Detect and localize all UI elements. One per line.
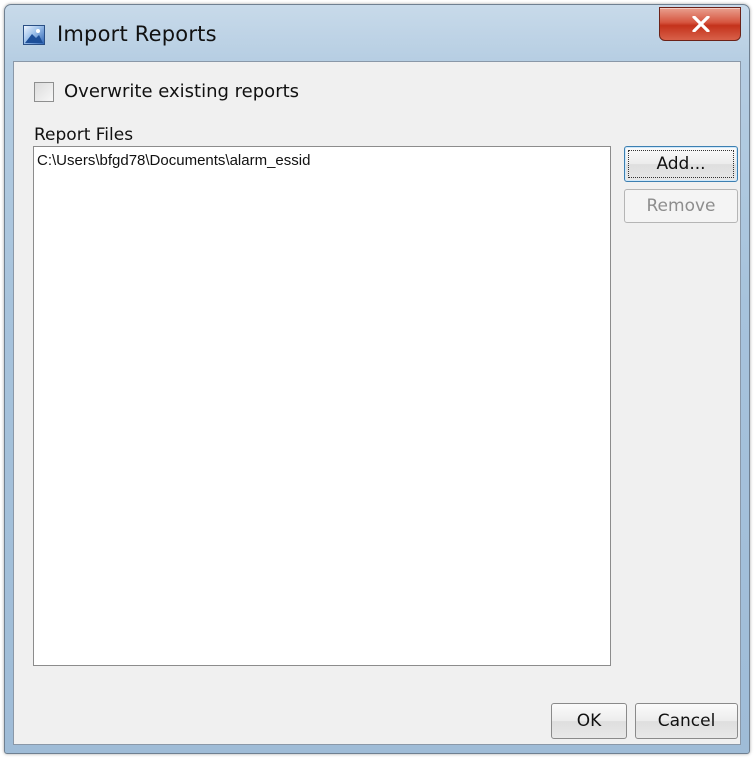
overwrite-checkbox[interactable] bbox=[34, 82, 54, 102]
add-button[interactable]: Add... bbox=[624, 146, 738, 182]
ok-button-label: OK bbox=[576, 711, 602, 731]
import-reports-dialog: Import Reports Overwrite existing report… bbox=[4, 4, 750, 754]
remove-button-label: Remove bbox=[646, 196, 716, 216]
title-bar[interactable]: Import Reports bbox=[5, 5, 749, 61]
ok-button[interactable]: OK bbox=[551, 703, 627, 739]
window-title: Import Reports bbox=[57, 22, 217, 46]
close-x-icon bbox=[692, 16, 710, 32]
list-item[interactable]: C:\Users\bfgd78\Documents\alarm_essid bbox=[37, 152, 310, 169]
overwrite-label[interactable]: Overwrite existing reports bbox=[64, 81, 299, 102]
cancel-button-label: Cancel bbox=[657, 711, 716, 731]
import-reports-icon bbox=[23, 25, 45, 45]
dialog-content: Overwrite existing reports Report Files … bbox=[13, 61, 741, 745]
focus-ring bbox=[628, 150, 734, 178]
report-files-list[interactable]: C:\Users\bfgd78\Documents\alarm_essid bbox=[33, 146, 611, 666]
cancel-button[interactable]: Cancel bbox=[635, 703, 738, 739]
close-button[interactable] bbox=[659, 7, 741, 41]
report-files-label: Report Files bbox=[34, 125, 134, 145]
remove-button[interactable]: Remove bbox=[624, 189, 738, 223]
